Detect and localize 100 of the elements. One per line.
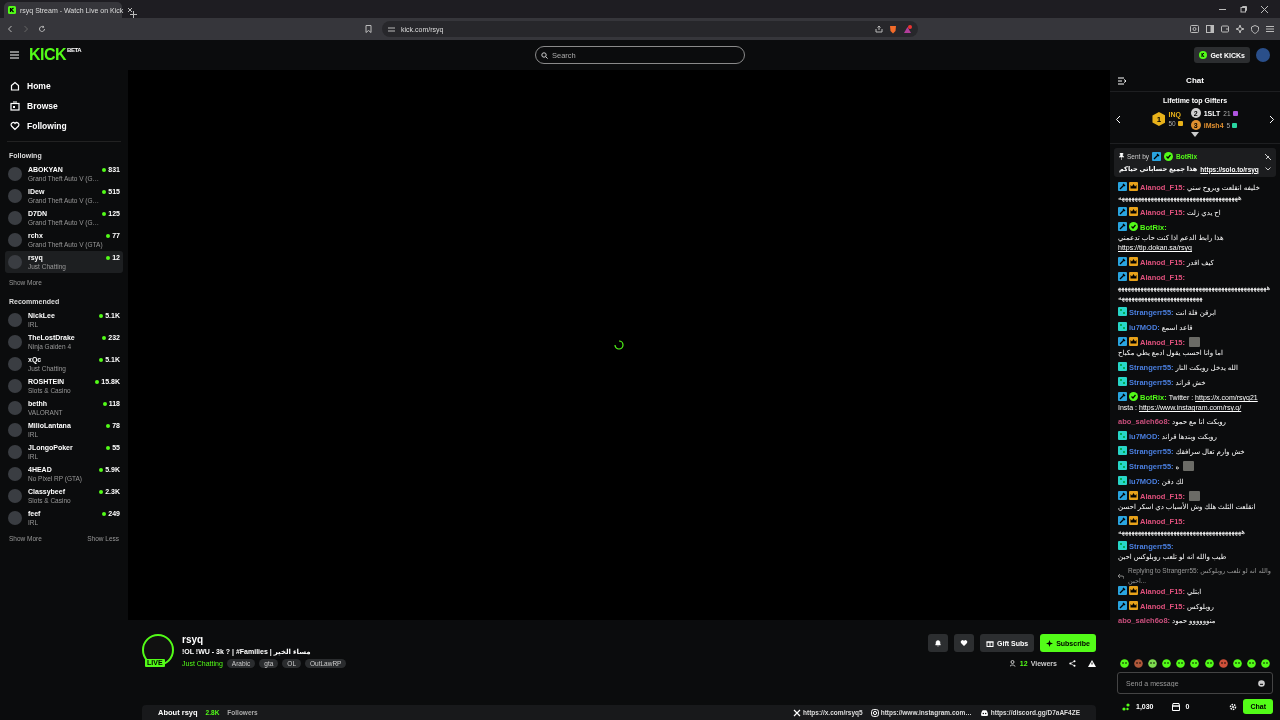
avatar — [8, 335, 22, 349]
unpin-icon[interactable] — [1265, 153, 1271, 160]
emote-icon[interactable] — [1246, 659, 1256, 668]
subscriber-icon — [1118, 476, 1127, 485]
plus-icon[interactable] — [130, 11, 137, 18]
verified-icon — [1129, 222, 1138, 231]
avatar — [8, 445, 22, 459]
shield-icon[interactable] — [1251, 24, 1259, 34]
reply-icon — [1118, 573, 1124, 579]
sword-icon — [1118, 586, 1127, 595]
subscriber-icon — [1118, 431, 1127, 440]
emote-icon[interactable] — [1190, 659, 1200, 668]
live-dot — [102, 335, 107, 340]
emote-icon[interactable] — [1260, 659, 1270, 668]
live-dot — [99, 489, 104, 494]
smiley-icon[interactable] — [1258, 679, 1265, 687]
restore-icon[interactable] — [1240, 5, 1247, 13]
live-dot — [102, 211, 107, 216]
gift-icon — [986, 639, 994, 647]
crown-icon — [1129, 337, 1138, 346]
live-dot — [106, 255, 111, 260]
crown-icon — [1129, 272, 1138, 281]
star-icon — [1046, 639, 1054, 647]
sword-icon — [1118, 491, 1127, 500]
subscriber-icon — [1118, 541, 1127, 550]
close-icon[interactable] — [127, 7, 134, 13]
sword-icon — [1152, 152, 1162, 161]
sword-icon — [1118, 516, 1127, 525]
emote-picture — [1188, 491, 1200, 501]
settings-icon[interactable] — [1229, 702, 1238, 711]
emote-icon[interactable] — [1204, 659, 1214, 668]
nav-link[interactable]: Following — [5, 116, 123, 136]
home-icon — [10, 81, 20, 91]
report-icon[interactable] — [1088, 660, 1096, 667]
chevron-right-icon[interactable] — [1269, 114, 1275, 124]
subscriber-icon — [1118, 461, 1127, 470]
sparkle-icon[interactable] — [1236, 25, 1244, 33]
emote-icon[interactable] — [1232, 659, 1242, 668]
chat-title: Chat — [1185, 76, 1205, 85]
emote-icon[interactable] — [1120, 659, 1129, 668]
triangle-icon[interactable] — [903, 24, 912, 34]
subscriber-icon — [1118, 362, 1127, 371]
kick-logo-icon — [8, 6, 16, 14]
live-dot — [106, 423, 111, 428]
heart-icon — [10, 121, 20, 131]
crown-icon — [1129, 586, 1138, 595]
search-icon — [541, 51, 548, 59]
live-dot — [102, 401, 107, 406]
verified-icon — [1164, 152, 1174, 161]
sword-icon — [1118, 207, 1127, 216]
channel-name[interactable]: rsyq — [182, 634, 920, 645]
sword-icon — [1118, 337, 1127, 346]
live-dot — [99, 357, 104, 362]
store-icon[interactable] — [1171, 702, 1180, 711]
chevron-down-icon[interactable] — [1265, 167, 1271, 171]
points-icon — [1122, 702, 1130, 711]
wallet-icon[interactable] — [1221, 25, 1229, 33]
back-icon[interactable] — [6, 25, 14, 33]
subscriber-icon — [1118, 446, 1127, 455]
nav-link[interactable]: Home — [5, 76, 123, 96]
bell-icon — [934, 639, 942, 647]
pin-icon — [1119, 153, 1124, 160]
avatar[interactable] — [142, 634, 174, 666]
live-dot — [99, 467, 104, 472]
share-icon[interactable] — [875, 25, 883, 33]
browse-icon — [10, 101, 20, 111]
sword-icon — [1118, 272, 1127, 281]
nav-link[interactable]: Browse — [5, 96, 123, 116]
live-dot — [99, 313, 104, 318]
crown-icon — [1129, 182, 1138, 191]
avatar — [8, 313, 22, 327]
menu-icon[interactable] — [1266, 25, 1274, 33]
screenshot-icon[interactable] — [1190, 25, 1199, 33]
follow-button[interactable] — [954, 634, 974, 652]
collapse-icon[interactable] — [1118, 76, 1127, 85]
avatar — [8, 167, 22, 181]
avatar — [8, 467, 22, 481]
emote-icon[interactable] — [1176, 659, 1186, 668]
live-dot — [106, 445, 111, 450]
reload-icon[interactable] — [38, 25, 46, 33]
notification-button[interactable] — [928, 634, 948, 652]
avatar — [8, 379, 22, 393]
drag-handle-icon[interactable] — [1191, 132, 1199, 137]
live-dot — [102, 189, 107, 194]
tune-icon — [388, 25, 395, 33]
subscriber-icon — [1118, 377, 1127, 386]
chevron-left-icon[interactable] — [1115, 114, 1121, 124]
close-icon[interactable] — [1261, 5, 1268, 13]
emote-icon[interactable] — [1162, 659, 1172, 668]
bookmark-icon[interactable] — [365, 25, 372, 33]
avatar — [8, 255, 22, 269]
live-dot — [102, 167, 107, 172]
emote-picture — [1188, 337, 1200, 347]
sidebar-icon[interactable] — [1206, 25, 1214, 33]
avatar — [8, 423, 22, 437]
heart-icon — [960, 639, 968, 647]
avatar — [8, 189, 22, 203]
crown-icon — [1129, 516, 1138, 525]
kick-logo[interactable]: KICK$^{BETA}$ — [29, 46, 81, 64]
emote-icon[interactable] — [1148, 659, 1158, 668]
